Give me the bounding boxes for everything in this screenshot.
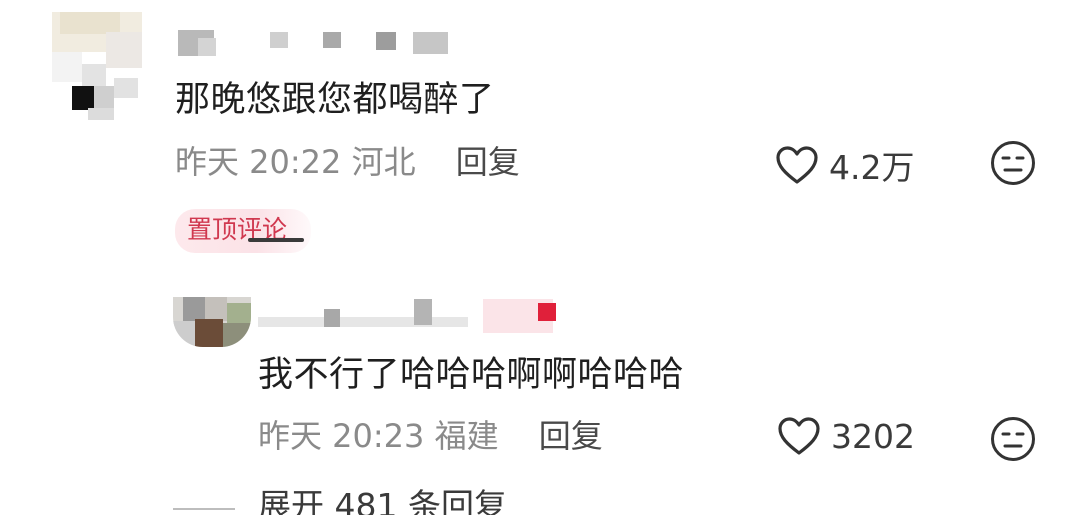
reply-reply-button[interactable]: 回复 xyxy=(539,417,603,455)
comment-meta: 昨天 20:22 河北 回复 xyxy=(175,142,520,182)
comment-text: 那晚悠跟您都喝醉了 xyxy=(175,80,495,120)
reply-text: 我不行了哈哈哈啊啊哈哈哈 xyxy=(258,355,685,395)
pinned-underline-mark xyxy=(248,238,304,242)
expand-divider xyxy=(173,508,235,510)
comment-thread: 那晚悠跟您都喝醉了 昨天 20:22 河北 回复 4.2万 置顶评论 我不行了哈… xyxy=(0,0,1080,515)
comment-time: 昨天 20:22 xyxy=(175,143,342,181)
reply-time: 昨天 20:23 xyxy=(258,417,425,455)
comment-location: 河北 xyxy=(351,143,416,181)
reply-like-button[interactable]: 3202 xyxy=(777,416,915,456)
heart-outline-icon xyxy=(778,417,820,455)
commenter-avatar[interactable] xyxy=(52,12,142,120)
neutral-face-icon[interactable] xyxy=(990,140,1036,186)
reply-button[interactable]: 回复 xyxy=(456,143,520,181)
commenter-username[interactable] xyxy=(178,28,450,56)
replier-avatar[interactable] xyxy=(173,297,251,347)
like-count: 4.2万 xyxy=(829,148,915,187)
pinned-comment-badge: 置顶评论 xyxy=(175,205,315,261)
neutral-face-icon[interactable] xyxy=(990,416,1036,462)
replier-username[interactable] xyxy=(258,297,558,333)
reply-like-count: 3202 xyxy=(831,416,915,456)
reply-location: 福建 xyxy=(434,417,499,455)
like-button[interactable]: 4.2万 xyxy=(775,141,914,189)
expand-replies-button[interactable]: 展开 481 条回复 xyxy=(258,486,507,515)
reply-meta: 昨天 20:23 福建 回复 xyxy=(258,416,603,456)
heart-outline-icon xyxy=(776,146,818,184)
